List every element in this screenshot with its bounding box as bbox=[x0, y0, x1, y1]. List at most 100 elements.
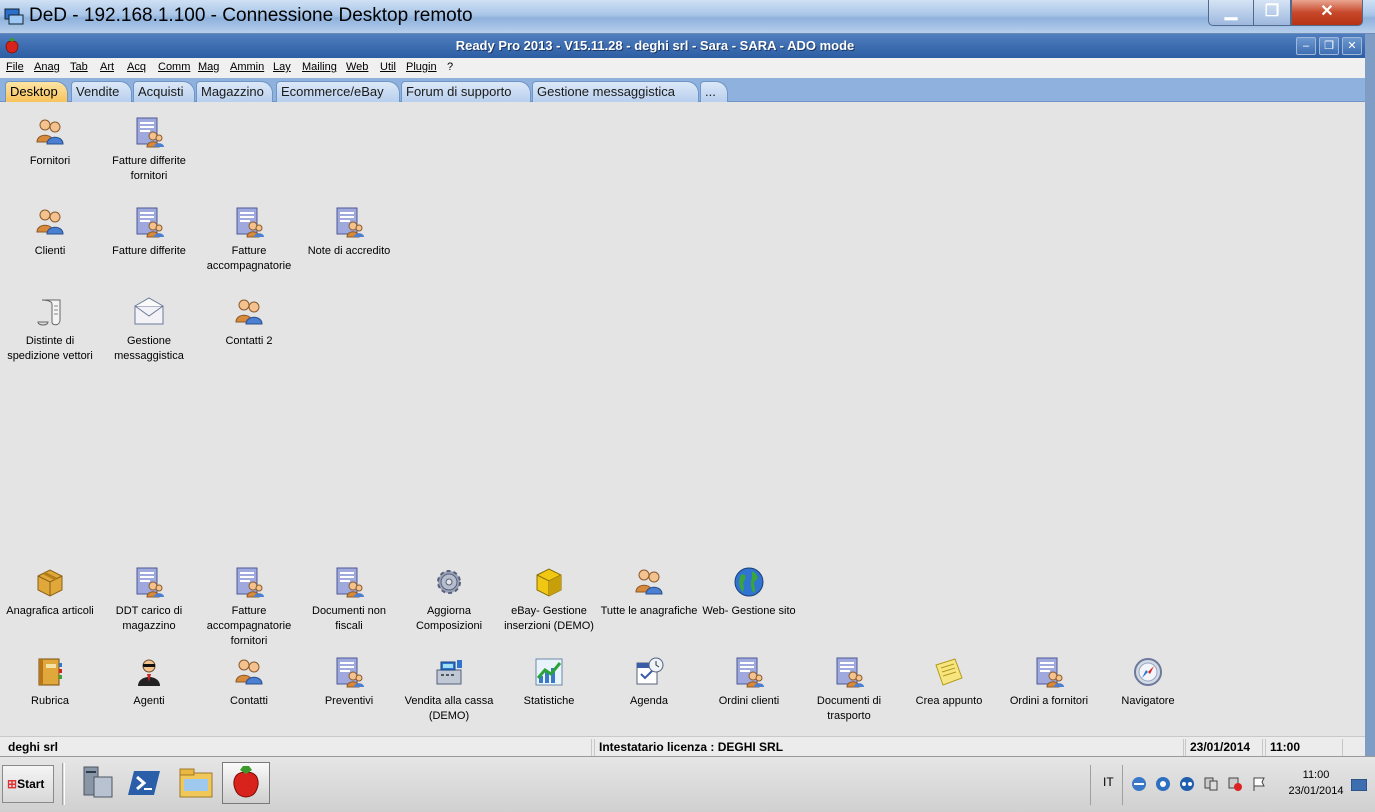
desktop-shortcut-rubrica[interactable]: Rubrica bbox=[0, 656, 100, 709]
desktop-shortcut-ordini-a-fornitori[interactable]: Ordini a fornitori bbox=[999, 656, 1099, 709]
desktop-shortcut-ebay-gestione-inserzioni-demo[interactable]: eBay- Gestione inserzioni (DEMO) bbox=[499, 566, 599, 634]
desktop-shortcut-fatture-differite-fornitori[interactable]: Fatture differite fornitori bbox=[99, 116, 199, 184]
menu-mag[interactable]: Mag bbox=[198, 61, 219, 73]
desktop-shortcut-fatture-differite[interactable]: Fatture differite bbox=[99, 206, 199, 259]
menu-acq[interactable]: Acq bbox=[127, 61, 146, 73]
people-icon bbox=[0, 116, 100, 148]
desktop-shortcut-label: Fatture differite bbox=[112, 245, 186, 257]
tray-clock-date[interactable]: 23/01/2014 bbox=[1281, 785, 1351, 797]
document-people-icon bbox=[99, 116, 199, 148]
ready-pro-taskbar-button[interactable] bbox=[222, 762, 270, 804]
menu-art[interactable]: Art bbox=[100, 61, 114, 73]
desktop-shortcut-fornitori[interactable]: Fornitori bbox=[0, 116, 100, 169]
compass-icon bbox=[1098, 656, 1198, 688]
app-minimize-button[interactable]: – bbox=[1296, 37, 1316, 55]
desktop-shortcut-label: Contatti bbox=[230, 695, 268, 707]
remote-desktop-titlebar[interactable]: DeD - 192.168.1.100 - Connessione Deskto… bbox=[0, 0, 1375, 34]
desktop-shortcut-label: Distinte di spedizione vettori bbox=[7, 335, 93, 362]
desktop-shortcut-anagrafica-articoli[interactable]: Anagrafica articoli bbox=[0, 566, 100, 619]
desktop-shortcut-agenda[interactable]: Agenda bbox=[599, 656, 699, 709]
desktop-shortcut-tutte-le-anagrafiche[interactable]: Tutte le anagrafiche bbox=[599, 566, 699, 619]
start-label: Start bbox=[17, 777, 45, 791]
window-minimize-button[interactable]: ▁ bbox=[1208, 0, 1254, 26]
desktop-shortcut-fatture-accompagnatorie-fornitori[interactable]: Fatture accompagnatorie fornitori bbox=[199, 566, 299, 649]
desktop-shortcut-label: Ordini clienti bbox=[718, 695, 780, 707]
menu-comm[interactable]: Comm bbox=[158, 61, 190, 73]
desktop-shortcut-aggiorna-composizioni[interactable]: Aggiorna Composizioni bbox=[399, 566, 499, 634]
status-date: 23/01/2014 bbox=[1185, 739, 1263, 756]
desktop-shortcut-web-gestione-sito[interactable]: Web- Gestione sito bbox=[699, 566, 799, 619]
desktop-shortcut-statistiche[interactable]: Statistiche bbox=[499, 656, 599, 709]
menu-file[interactable]: File bbox=[6, 61, 24, 73]
desktop-shortcut-vendita-alla-cassa-demo[interactable]: Vendita alla cassa (DEMO) bbox=[399, 656, 499, 724]
desktop-shortcut-preventivi[interactable]: Preventivi bbox=[299, 656, 399, 709]
powershell-icon[interactable] bbox=[124, 763, 168, 803]
desktop-shortcut-ordini-clienti[interactable]: Ordini clienti bbox=[699, 656, 799, 709]
network-disconnected-icon[interactable] bbox=[1227, 776, 1243, 792]
desktop-shortcut-label: Tutte le anagrafiche bbox=[600, 605, 698, 617]
tab-ecommerce-ebay[interactable]: Ecommerce/eBay bbox=[276, 81, 400, 102]
menu-anag[interactable]: Anag bbox=[34, 61, 60, 73]
window-close-button[interactable]: ✕ bbox=[1291, 0, 1363, 26]
app-titlebar[interactable]: Ready Pro 2013 - V15.11.28 - deghi srl -… bbox=[0, 34, 1365, 58]
desktop-shortcut-contatti[interactable]: Contatti bbox=[199, 656, 299, 709]
desktop-shortcut-label: Navigatore bbox=[1121, 695, 1175, 707]
tab-gestione-messaggistica[interactable]: Gestione messaggistica bbox=[532, 81, 699, 102]
desktop-shortcut-note-di-accredito[interactable]: Note di accredito bbox=[299, 206, 399, 259]
target-icon[interactable] bbox=[1155, 776, 1171, 792]
desktop-shortcut-label: Rubrica bbox=[31, 695, 69, 707]
menu-ammin[interactable]: Ammin bbox=[230, 61, 264, 73]
desktop-shortcut-label: Fatture differite fornitori bbox=[112, 155, 186, 182]
desktop-shortcut-label: Agenda bbox=[630, 695, 668, 707]
document-people-icon bbox=[299, 206, 399, 238]
tab-desktop[interactable]: Desktop bbox=[5, 81, 68, 102]
menu-lay[interactable]: Lay bbox=[273, 61, 291, 73]
menu-web[interactable]: Web bbox=[346, 61, 368, 73]
remote-icon[interactable] bbox=[1179, 776, 1195, 792]
tab-vendite[interactable]: Vendite bbox=[71, 81, 132, 102]
desktop-shortcut-fatture-accompagnatorie[interactable]: Fatture accompagnatorie bbox=[199, 206, 299, 274]
desktop-shortcut-navigatore[interactable]: Navigatore bbox=[1098, 656, 1198, 709]
desktop-shortcut-clienti[interactable]: Clienti bbox=[0, 206, 100, 259]
desktop-shortcut-documenti-non-fiscali[interactable]: Documenti non fiscali bbox=[299, 566, 399, 634]
menu-plugin[interactable]: Plugin bbox=[406, 61, 437, 73]
language-indicator[interactable]: IT bbox=[1103, 775, 1114, 789]
menu-mailing[interactable]: Mailing bbox=[302, 61, 337, 73]
monitor-icon[interactable] bbox=[1203, 776, 1219, 792]
people-icon bbox=[0, 206, 100, 238]
agent-icon bbox=[99, 656, 199, 688]
file-explorer-icon[interactable] bbox=[174, 763, 218, 803]
tab-magazzino[interactable]: Magazzino bbox=[196, 81, 273, 102]
window-maximize-button[interactable]: ❐ bbox=[1253, 0, 1291, 26]
status-time: 11:00 bbox=[1265, 739, 1343, 756]
desktop-shortcut-distinte-di-spedizione-vettori[interactable]: Distinte di spedizione vettori bbox=[0, 296, 100, 364]
document-people-icon bbox=[199, 206, 299, 238]
tab-forum-di-supporto[interactable]: Forum di supporto bbox=[401, 81, 531, 102]
desktop-shortcut-agenti[interactable]: Agenti bbox=[99, 656, 199, 709]
app-restore-button[interactable]: ❐ bbox=[1319, 37, 1339, 55]
menu-help[interactable]: ? bbox=[447, 61, 453, 73]
tray-clock-time[interactable]: 11:00 bbox=[1281, 769, 1351, 781]
menu-util[interactable]: Util bbox=[380, 61, 396, 73]
desktop-shortcut-gestione-messaggistica[interactable]: Gestione messaggistica bbox=[99, 296, 199, 364]
show-desktop-icon[interactable] bbox=[1351, 779, 1367, 791]
remote-desktop-icon bbox=[4, 8, 24, 25]
app-close-button[interactable]: ✕ bbox=[1342, 37, 1362, 55]
taskbar-divider bbox=[62, 763, 65, 805]
status-license: Intestatario licenza : DEGHI SRL bbox=[594, 739, 1184, 756]
tab-more[interactable]: ... bbox=[700, 81, 728, 102]
desktop-shortcut-crea-appunto[interactable]: Crea appunto bbox=[899, 656, 999, 709]
desktop-shortcut-contatti-2[interactable]: Contatti 2 bbox=[199, 296, 299, 349]
desktop-shortcut-ddt-carico-di-magazzino[interactable]: DDT carico di magazzino bbox=[99, 566, 199, 634]
desktop-shortcut-documenti-di-trasporto[interactable]: Documenti di trasporto bbox=[799, 656, 899, 724]
flag-icon[interactable] bbox=[1251, 776, 1267, 792]
desktop-shortcut-label: Vendita alla cassa (DEMO) bbox=[404, 695, 494, 722]
network-sync-icon[interactable] bbox=[1131, 776, 1147, 792]
tab-acquisti[interactable]: Acquisti bbox=[133, 81, 195, 102]
desktop-shortcut-label: Fornitori bbox=[29, 155, 71, 167]
server-manager-icon[interactable] bbox=[76, 763, 120, 803]
people-icon bbox=[599, 566, 699, 598]
desktop-shortcut-label: Contatti 2 bbox=[225, 335, 273, 347]
start-button[interactable]: ⊞Start bbox=[2, 765, 54, 803]
menu-tab[interactable]: Tab bbox=[70, 61, 88, 73]
